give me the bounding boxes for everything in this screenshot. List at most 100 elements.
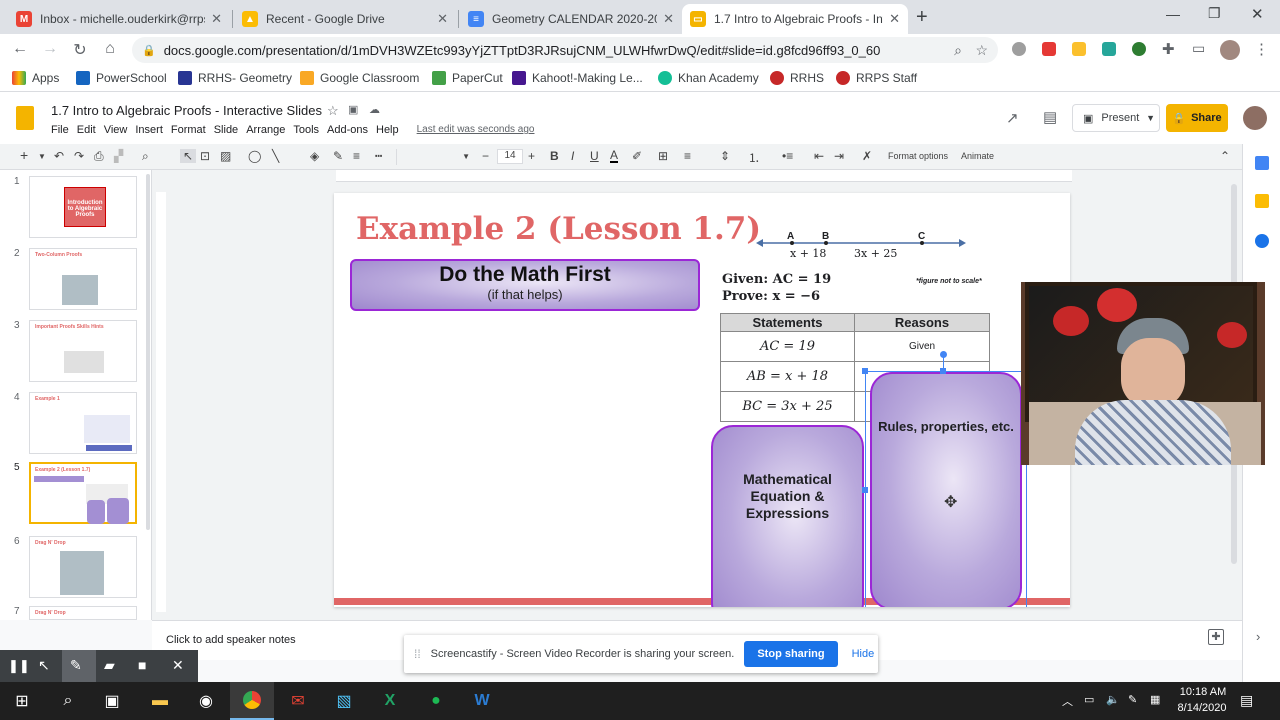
window-close-icon[interactable]: ✕ <box>1251 5 1264 23</box>
font-select[interactable]: ▼ <box>396 149 472 165</box>
bookmark-star-icon[interactable]: ☆ <box>975 42 988 59</box>
bookmark-rrps-staff[interactable]: RRPS Staff <box>836 71 917 85</box>
vertical-ruler[interactable] <box>156 192 166 612</box>
reload-icon[interactable]: ↻ <box>70 40 90 60</box>
clock-time[interactable]: 10:18 AM <box>1178 686 1228 698</box>
camera-icon[interactable]: ■ <box>138 657 146 673</box>
tasks-icon[interactable] <box>1255 234 1269 248</box>
decrease-indent-icon[interactable]: ⇤ <box>814 149 824 163</box>
new-slide-icon[interactable]: + <box>20 147 28 163</box>
account-avatar[interactable] <box>1243 106 1267 130</box>
menu-edit[interactable]: Edit <box>77 124 96 136</box>
font-size-input[interactable]: 14 <box>497 149 523 164</box>
zoom-search-icon[interactable]: ⌕ <box>954 42 962 59</box>
redo-icon[interactable]: ↷ <box>74 149 84 163</box>
gmail-icon[interactable]: ✉ <box>276 682 320 720</box>
app-icon[interactable]: ◉ <box>184 682 228 720</box>
table-row[interactable]: AC = 19 Given <box>720 331 990 362</box>
line-icon[interactable]: ╲ <box>272 149 279 163</box>
share-button[interactable]: 🔒 Share <box>1166 104 1228 132</box>
highlighter-icon[interactable]: ▰ <box>104 657 115 674</box>
bookmark-rrhs-geometry[interactable]: RRHS- Geometry <box>178 71 292 85</box>
menu-file[interactable]: File <box>51 124 69 136</box>
bookmark-papercut[interactable]: PaperCut <box>432 71 503 85</box>
pause-icon[interactable]: ❚❚ <box>8 658 30 674</box>
menu-insert[interactable]: Insert <box>135 124 163 136</box>
keep-icon[interactable] <box>1255 194 1269 208</box>
insert-link-icon[interactable]: ⊞ <box>658 149 668 163</box>
comments-icon[interactable]: ▤ <box>1043 108 1057 126</box>
cursor-icon[interactable]: ↖ <box>38 657 50 674</box>
rotate-handle[interactable] <box>940 351 947 358</box>
text-color-icon[interactable]: A <box>610 149 619 163</box>
bookmark-khan-academy[interactable]: Khan Academy <box>658 71 759 85</box>
drag-card-math[interactable]: Mathematical Equation & Expressions <box>711 425 864 607</box>
filmstrip-scrollbar[interactable] <box>146 174 150 530</box>
highlight-icon[interactable]: ✐ <box>632 149 642 163</box>
close-icon[interactable]: ✕ <box>437 11 448 27</box>
given-statement[interactable]: Given: AC = 19 <box>722 272 831 287</box>
close-toolbar-icon[interactable]: ✕ <box>172 657 184 674</box>
numbered-list-icon[interactable]: ⒈ <box>748 149 760 166</box>
star-icon[interactable]: ☆ <box>327 103 339 119</box>
chevron-down-icon[interactable]: ▼ <box>38 152 46 161</box>
textbox-icon[interactable]: ⊡ <box>200 149 210 163</box>
bulleted-list-icon[interactable]: •≡ <box>782 149 793 163</box>
activity-trend-icon[interactable]: ↗ <box>1006 109 1019 127</box>
fill-color-icon[interactable]: ◈ <box>310 149 319 163</box>
border-dash-icon[interactable]: ┅ <box>375 149 382 163</box>
slide-thumbnail[interactable]: Drag N' Drop <box>29 606 137 620</box>
minimize-icon[interactable]: — <box>1166 6 1180 22</box>
selection-box[interactable] <box>865 371 1027 607</box>
border-weight-icon[interactable]: ≡ <box>353 149 360 163</box>
home-icon[interactable]: ⌂ <box>100 40 120 58</box>
extension-icon[interactable] <box>1012 42 1026 56</box>
volume-icon[interactable]: 🔈 <box>1106 693 1120 706</box>
task-view-icon[interactable]: ▣ <box>90 682 134 720</box>
pen-tray-icon[interactable]: ✎ <box>1128 693 1137 706</box>
underline-icon[interactable]: U <box>590 149 599 163</box>
slide-title[interactable]: Example 2 (Lesson 1.7) <box>356 211 761 247</box>
slide-thumbnail[interactable]: Two-Column Proofs <box>29 248 137 310</box>
undo-icon[interactable]: ↶ <box>54 149 64 163</box>
calendar-icon[interactable] <box>1255 156 1269 170</box>
clear-formatting-icon[interactable]: ✗ <box>862 149 872 163</box>
font-size-decrease-icon[interactable]: − <box>482 149 489 163</box>
windows-start-icon[interactable]: ⊞ <box>0 682 44 720</box>
extension-icon[interactable] <box>1042 42 1056 56</box>
notifications-icon[interactable]: ▤ <box>1240 692 1253 709</box>
menu-slide[interactable]: Slide <box>214 124 238 136</box>
spotify-icon[interactable]: ● <box>414 682 458 720</box>
image-icon[interactable]: ▨ <box>220 149 231 163</box>
bookmark-apps[interactable]: Apps <box>12 71 59 85</box>
last-edit-link[interactable]: Last edit was seconds ago <box>417 124 535 136</box>
animate-button[interactable]: Animate <box>961 151 994 161</box>
network-icon[interactable]: ▦ <box>1150 693 1160 706</box>
resize-handle[interactable] <box>940 368 946 374</box>
word-icon[interactable]: W <box>460 682 504 720</box>
menu-arrange[interactable]: Arrange <box>246 124 285 136</box>
horizontal-ruler[interactable] <box>336 170 1072 182</box>
resize-handle[interactable] <box>862 368 868 374</box>
slide[interactable]: Example 2 (Lesson 1.7) Do the Math First… <box>334 193 1070 607</box>
cast-icon[interactable]: ▭ <box>1192 40 1205 57</box>
print-icon[interactable]: ⎙ <box>94 149 104 164</box>
bookmark-google-classroom[interactable]: Google Classroom <box>300 71 419 85</box>
bold-icon[interactable]: B <box>550 149 559 163</box>
format-options-button[interactable]: Format options <box>888 151 948 161</box>
tab-gmail[interactable]: M Inbox - michelle.ouderkirk@rrps. ✕ <box>8 4 230 34</box>
zoom-icon[interactable]: ⌕ <box>142 149 149 164</box>
profile-avatar[interactable] <box>1220 40 1240 60</box>
slide-thumbnail[interactable]: Example 1 <box>29 392 137 454</box>
font-size-increase-icon[interactable]: + <box>528 149 535 163</box>
explore-icon[interactable]: ✚ <box>1208 629 1224 645</box>
paint-format-icon[interactable]: ▞ <box>114 149 123 163</box>
segment-diagram[interactable]: A B C x + 18 3x + 25 <box>756 231 966 275</box>
close-icon[interactable]: ✕ <box>663 11 674 27</box>
close-icon[interactable]: ✕ <box>211 11 222 27</box>
search-icon[interactable]: ⌕ <box>46 682 90 720</box>
forward-icon[interactable]: → <box>40 40 60 58</box>
excel-icon[interactable]: X <box>368 682 412 720</box>
slide-thumbnail[interactable]: Drag N' Drop <box>29 536 137 598</box>
address-bar[interactable]: 🔒 docs.google.com/presentation/d/1mDVH3W… <box>132 37 998 63</box>
